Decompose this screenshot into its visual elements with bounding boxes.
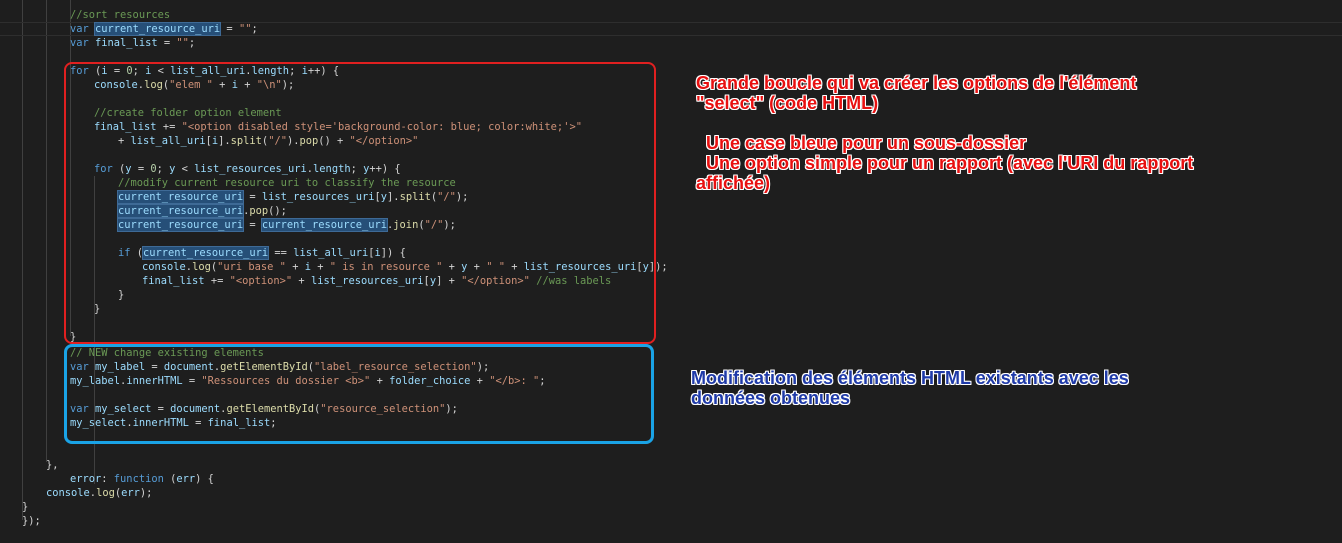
code-line[interactable]: }, — [46, 458, 59, 472]
code-token: err — [121, 487, 140, 499]
indent-guide — [46, 0, 47, 462]
code-token: = — [157, 37, 177, 49]
code-token: = — [220, 23, 239, 35]
code-line[interactable]: error: function (err) { — [70, 472, 214, 486]
code-token: var — [70, 37, 96, 49]
code-token: var — [70, 23, 96, 35]
indent-guide — [22, 0, 23, 520]
code-token: console — [46, 487, 90, 499]
code-token: final_list — [95, 37, 158, 49]
dom-update-highlight-box — [64, 344, 654, 444]
code-token: }); — [22, 515, 41, 527]
code-line[interactable]: //sort resources — [70, 8, 170, 22]
code-token: : — [101, 473, 114, 485]
code-token: //sort resources — [70, 9, 171, 21]
code-token: err — [176, 473, 196, 485]
code-token: ( — [163, 473, 177, 485]
code-token: } — [22, 501, 29, 513]
code-token: "" — [238, 23, 252, 35]
code-token: ) { — [195, 473, 214, 485]
loop-annotation: Grande boucle qui va créer les options d… — [696, 73, 1194, 193]
dom-update-annotation: Modification des éléments HTML existants… — [691, 368, 1129, 408]
code-token: }, — [46, 459, 59, 471]
code-token: ); — [139, 487, 153, 499]
code-token: log — [96, 487, 115, 499]
code-token: error — [70, 473, 102, 485]
code-token: ; — [188, 37, 196, 49]
code-line[interactable]: var current_resource_uri = ""; — [70, 22, 258, 36]
code-token: function — [113, 473, 164, 485]
code-line[interactable]: } — [22, 500, 28, 514]
code-line[interactable]: console.log(err); — [46, 486, 152, 500]
code-line[interactable]: }); — [22, 514, 41, 528]
code-token: "" — [176, 37, 189, 49]
code-token: ; — [251, 23, 258, 35]
code-line[interactable]: var final_list = ""; — [70, 36, 195, 50]
highlighted-identifier: current_resource_uri — [94, 22, 222, 36]
loop-highlight-box — [64, 62, 656, 344]
